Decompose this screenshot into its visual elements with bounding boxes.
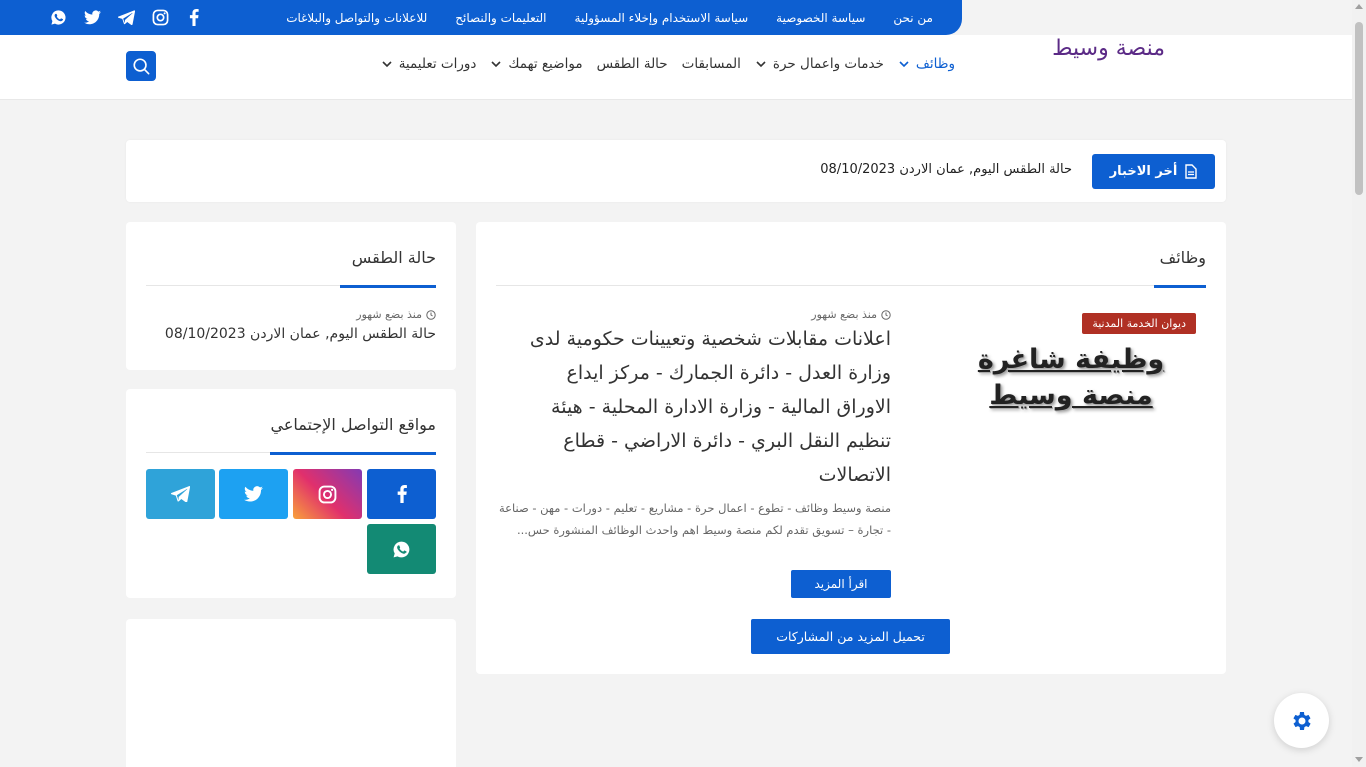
telegram-icon (171, 486, 190, 502)
facebook-button[interactable] (367, 469, 436, 519)
nav-item-label: حالة الطقس (596, 56, 668, 72)
nav-item-label: دورات تعليمية (398, 56, 477, 72)
chevron-down-icon (756, 61, 766, 68)
search-icon (133, 58, 150, 75)
top-link-about[interactable]: من نحن (893, 11, 933, 25)
weather-post-date: منذ بضع شهور (356, 308, 422, 321)
section-divider-accent (1154, 285, 1206, 288)
facebook-icon[interactable] (185, 9, 203, 27)
top-links: من نحن سياسة الخصوصية سياسة الاستخدام وإ… (286, 0, 933, 35)
weather-post-meta: منذ بضع شهور (356, 308, 436, 321)
top-link-terms[interactable]: سياسة الاستخدام وإخلاء المسؤولية (575, 11, 749, 25)
top-bar: من نحن سياسة الخصوصية سياسة الاستخدام وإ… (0, 0, 962, 35)
whatsapp-button[interactable] (367, 524, 436, 574)
widget-divider-accent (340, 285, 436, 288)
nav-item-jobs[interactable]: وظائف (898, 56, 955, 72)
empty-widget (126, 619, 456, 767)
news-ticker: أخر الاخبار حالة الطقس اليوم, عمان الارد… (126, 140, 1226, 202)
nav-item-weather[interactable]: حالة الطقس (597, 56, 668, 72)
clock-icon (426, 309, 436, 320)
thumbnail-line-1: وظيفة شاغرة (977, 344, 1165, 375)
nav-item-topics[interactable]: مواضيع تهمك (490, 56, 583, 72)
thumbnail-line-2: منصة وسيط (989, 380, 1153, 411)
scrollbar-thumb[interactable] (1355, 22, 1363, 195)
twitter-icon (244, 486, 263, 502)
thumbnail-text: وظيفة شاغرة منصة وسيط (936, 342, 1206, 414)
category-badge[interactable]: ديوان الخدمة المدنية (1082, 313, 1196, 334)
nav-item-label: وظائف (915, 56, 955, 72)
chevron-down-icon (382, 61, 392, 68)
twitter-icon[interactable] (83, 9, 101, 27)
nav-item-courses[interactable]: دورات تعليمية (381, 56, 477, 72)
section-title: وظائف (1159, 248, 1206, 267)
instagram-icon (318, 485, 337, 503)
twitter-button[interactable] (219, 469, 288, 519)
ticker-headline[interactable]: حالة الطقس اليوم, عمان الاردن 08/10/2023 (820, 162, 1072, 177)
scroll-up-arrow[interactable] (1355, 4, 1363, 9)
section-divider (496, 285, 1206, 286)
post-thumbnail[interactable]: ديوان الخدمة المدنية وظيفة شاغرة منصة وس… (936, 310, 1206, 430)
jobs-section: وظائف ديوان الخدمة المدنية وظيفة شاغرة م… (476, 222, 1226, 674)
document-icon (1185, 164, 1198, 179)
instagram-button[interactable] (293, 469, 362, 519)
nav-item-competitions[interactable]: المسابقات (682, 56, 741, 72)
top-link-contact[interactable]: للاعلانات والتواصل والبلاغات (286, 11, 427, 25)
chevron-down-icon (899, 61, 909, 68)
scroll-down-arrow[interactable] (1355, 757, 1363, 762)
widget-divider-accent (270, 452, 436, 455)
nav-item-freelance[interactable]: خدمات واعمال حرة (755, 56, 884, 72)
top-link-privacy[interactable]: سياسة الخصوصية (776, 11, 865, 25)
top-link-instructions[interactable]: التعليمات والنصائح (455, 11, 546, 25)
load-more-button[interactable]: تحميل المزيد من المشاركات (751, 619, 950, 654)
gear-icon (1292, 711, 1311, 730)
whatsapp-icon[interactable] (49, 9, 67, 27)
top-social-icons (49, 0, 203, 35)
weather-widget-title: حالة الطقس (351, 248, 436, 267)
social-widget-title: مواقع التواصل الإجتماعي (270, 415, 436, 434)
weather-widget: حالة الطقس منذ بضع شهور حالة الطقس اليوم… (126, 222, 456, 370)
clock-icon (881, 309, 891, 320)
chevron-down-icon (491, 61, 501, 68)
telegram-icon[interactable] (117, 9, 135, 27)
facebook-icon (397, 485, 407, 503)
nav-item-label: المسابقات (681, 56, 741, 72)
instagram-icon[interactable] (151, 9, 169, 27)
social-widget: مواقع التواصل الإجتماعي (126, 389, 456, 598)
latest-news-label: أخر الاخبار (1109, 164, 1178, 179)
site-header: منصة وسيط وظائف خدمات واعمال حرة المسابق… (0, 35, 1352, 100)
weather-post-title[interactable]: حالة الطقس اليوم, عمان الاردن 08/10/2023 (165, 326, 436, 342)
site-logo[interactable]: منصة وسيط (1052, 36, 1165, 61)
whatsapp-icon (393, 541, 410, 557)
post-meta: منذ بضع شهور (811, 308, 891, 321)
nav-item-label: مواضيع تهمك (508, 56, 583, 72)
main-nav: وظائف خدمات واعمال حرة المسابقات حالة ال… (381, 56, 955, 72)
page-scrollbar[interactable] (1352, 0, 1366, 767)
settings-button[interactable] (1274, 693, 1329, 748)
telegram-button[interactable] (146, 469, 215, 519)
post-title[interactable]: اعلانات مقابلات شخصية وتعيينات حكومية لد… (516, 322, 891, 492)
search-button[interactable] (126, 51, 156, 81)
post-date: منذ بضع شهور (811, 308, 877, 321)
post-excerpt: منصة وسيط وظائف - تطوع - اعمال حرة - مشا… (498, 501, 891, 537)
read-more-button[interactable]: اقرأ المزيد (791, 570, 891, 598)
nav-item-label: خدمات واعمال حرة (772, 56, 884, 72)
latest-news-button[interactable]: أخر الاخبار (1092, 154, 1215, 189)
